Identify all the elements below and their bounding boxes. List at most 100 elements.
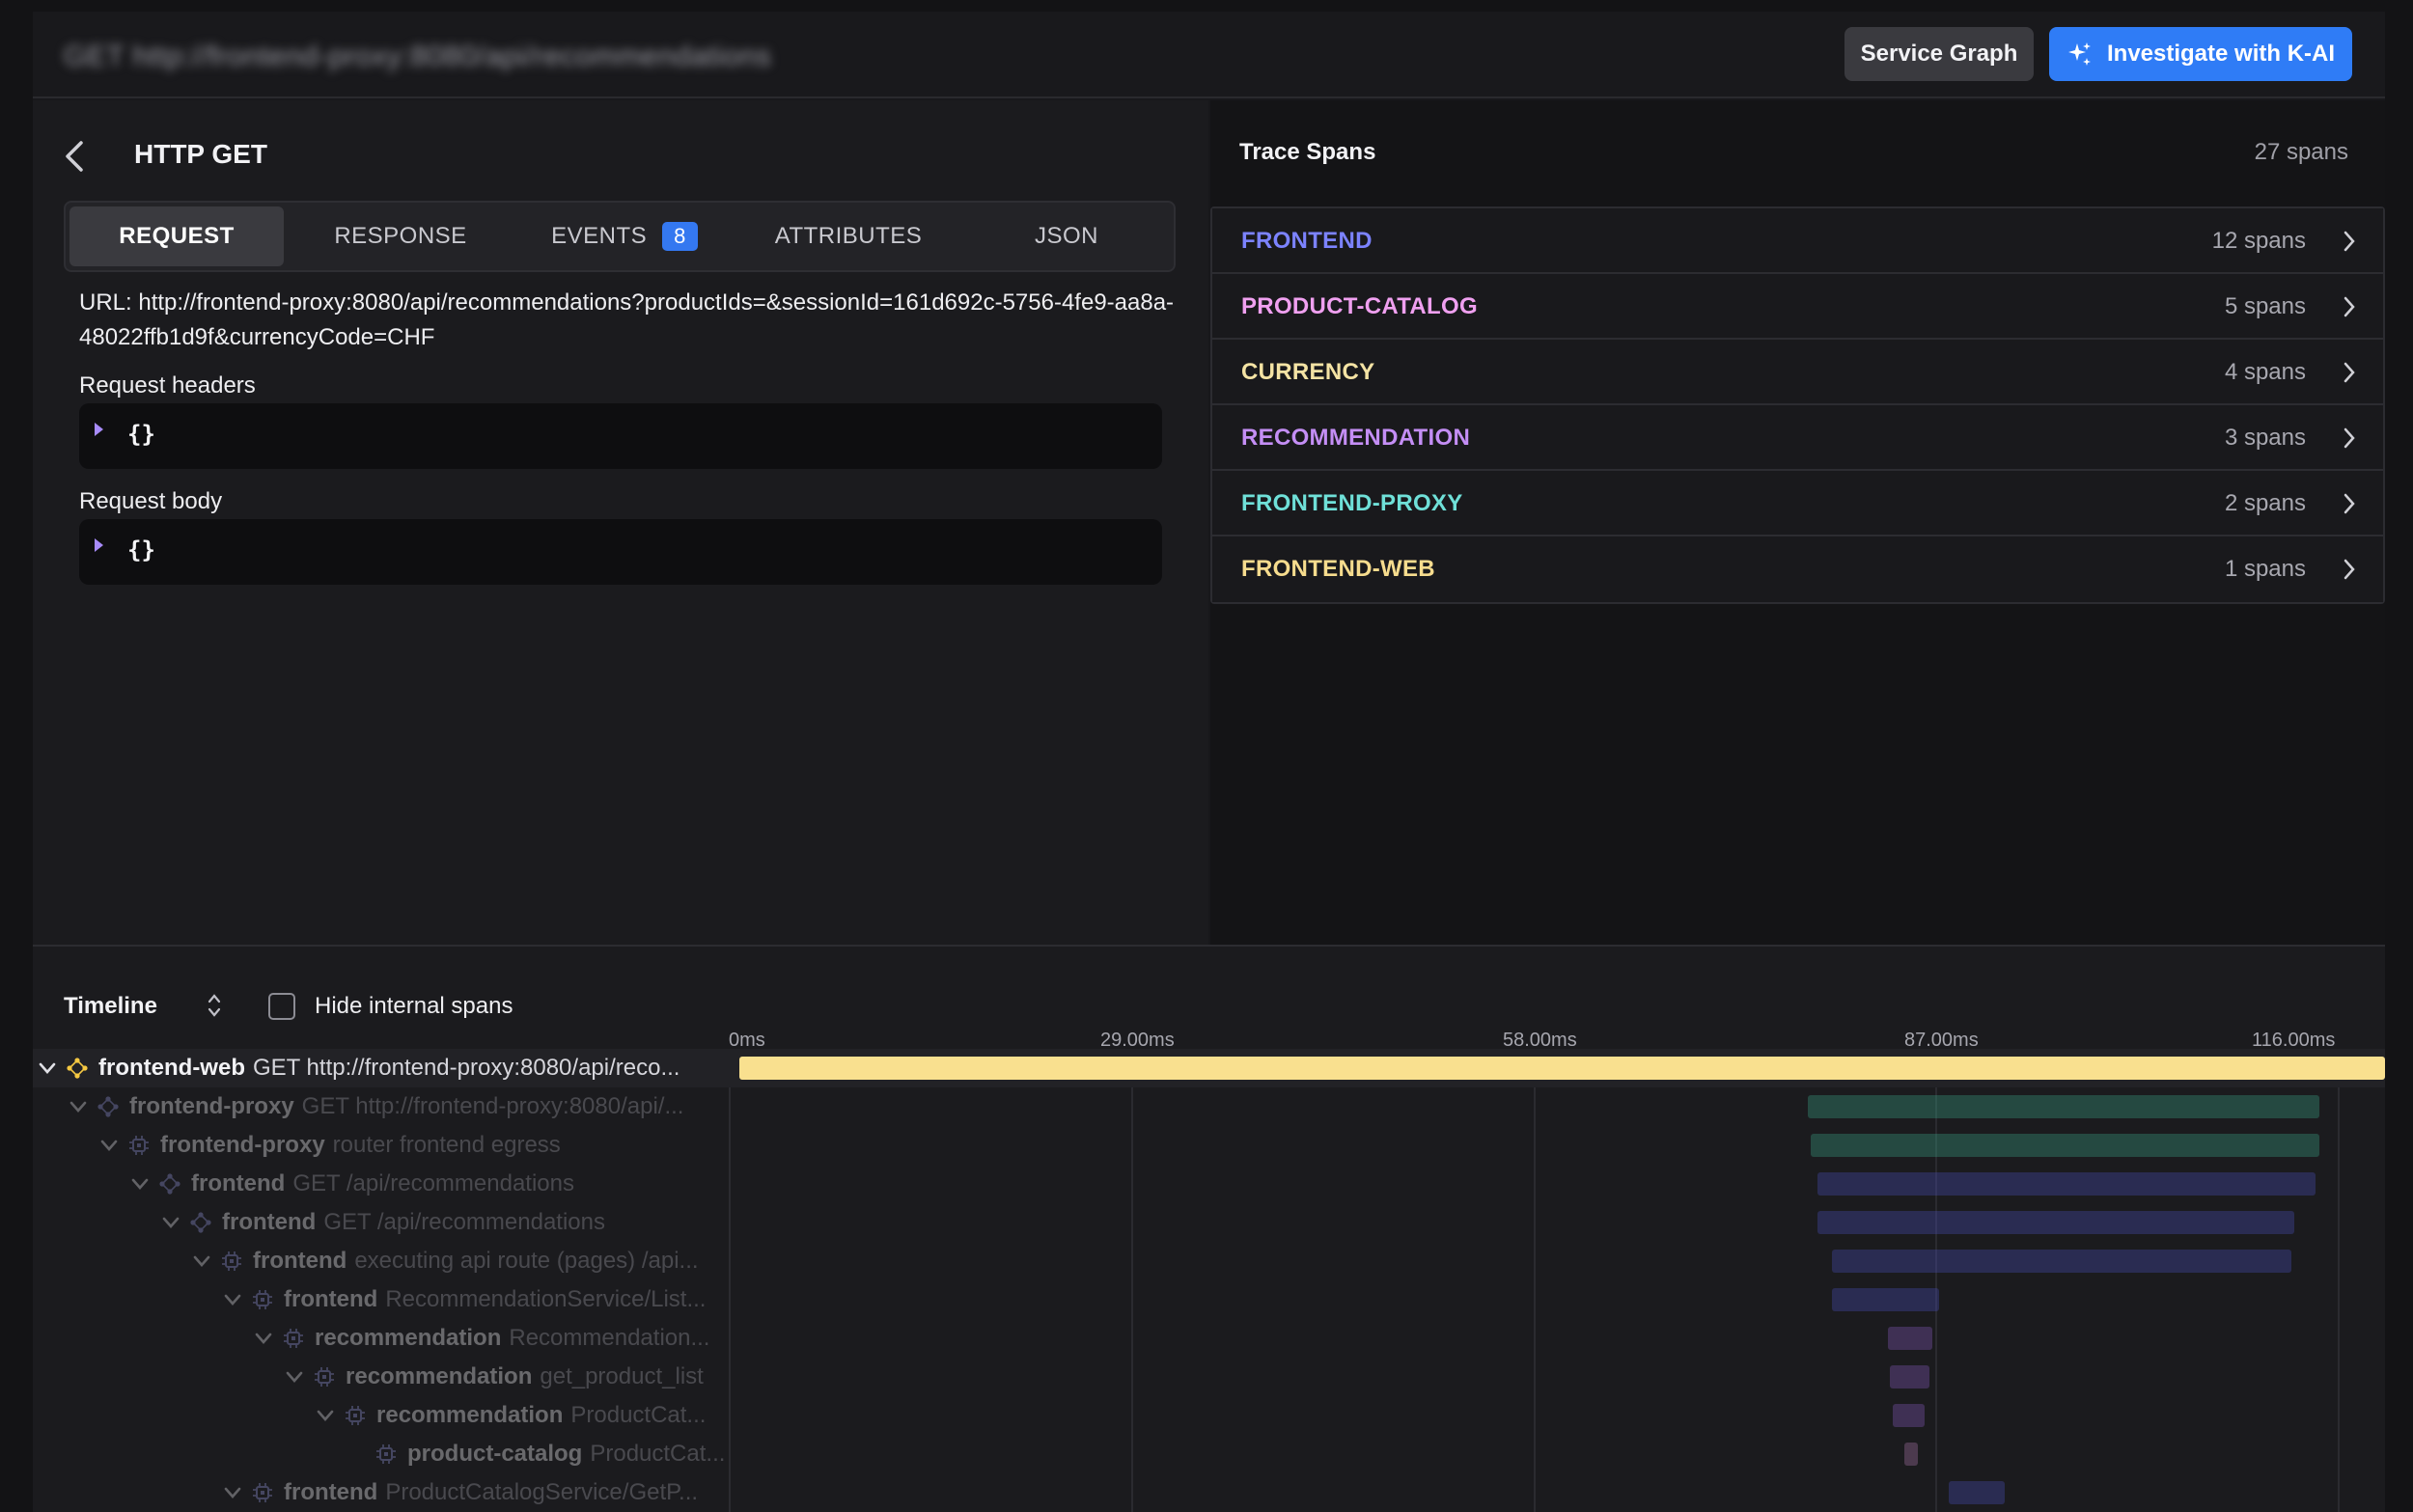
span-bar[interactable] <box>739 1057 2385 1080</box>
chevron-right-icon <box>2344 559 2355 580</box>
service-row-recommendation[interactable]: RECOMMENDATION 3 spans <box>1212 405 2383 471</box>
service-name: FRONTEND-PROXY <box>1241 490 1463 516</box>
chevron-down-icon[interactable] <box>224 1294 241 1306</box>
span-bar[interactable] <box>1832 1288 1939 1311</box>
chevron-down-icon[interactable] <box>286 1371 303 1383</box>
span-service: frontend <box>222 1209 317 1235</box>
chevron-down-icon[interactable] <box>39 1062 56 1074</box>
trace-title: GET http://frontend-proxy:8080/api/recom… <box>64 41 772 72</box>
chevron-down-icon[interactable] <box>255 1333 272 1344</box>
detail-tabs: REQUEST RESPONSE EVENTS 8 ATTRIBUTES JSO… <box>64 201 1176 272</box>
span-operation: executing api route (pages) /api... <box>354 1248 699 1274</box>
span-row[interactable]: frontend-proxy router frontend egress <box>33 1126 2385 1165</box>
request-url: URL: http://frontend-proxy:8080/api/reco… <box>79 289 1175 350</box>
span-service: frontend-web <box>98 1055 245 1081</box>
span-bar[interactable] <box>1893 1404 1925 1427</box>
chip-icon <box>253 1483 272 1502</box>
chevron-down-icon[interactable] <box>131 1178 149 1190</box>
span-bar[interactable] <box>1810 1134 2319 1157</box>
investigate-kai-button[interactable]: Investigate with K-AI <box>2049 27 2352 81</box>
chevron-down-icon[interactable] <box>317 1410 334 1421</box>
service-span-count: 2 spans <box>2224 490 2306 516</box>
span-service: product-catalog <box>407 1441 583 1467</box>
span-service: frontend <box>284 1479 378 1505</box>
span-row[interactable]: frontend-proxy GET http://frontend-proxy:… <box>33 1087 2385 1126</box>
span-row[interactable]: frontend RecommendationService/List... <box>33 1280 2385 1319</box>
service-graph-button[interactable]: Service Graph <box>1844 27 2034 81</box>
span-row[interactable]: recommendation get_product_list <box>33 1358 2385 1396</box>
chevron-down-icon[interactable] <box>100 1140 118 1151</box>
chevron-down-icon[interactable] <box>69 1101 87 1113</box>
trace-spans-total: 27 spans <box>2254 139 2348 165</box>
span-row[interactable]: frontend ProductCatalogService/GetP... <box>33 1473 2385 1512</box>
chip-icon <box>284 1329 303 1348</box>
span-operation: GET http://frontend-proxy:8080/api/... <box>301 1093 684 1119</box>
service-span-count: 5 spans <box>2224 293 2306 319</box>
span-bar[interactable] <box>1888 1327 1933 1350</box>
span-bar[interactable] <box>1832 1250 2291 1273</box>
request-body-label: Request body <box>79 488 223 514</box>
sort-icon[interactable] <box>205 991 224 1020</box>
service-span-count: 3 spans <box>2224 425 2306 451</box>
service-row-currency[interactable]: CURRENCY 4 spans <box>1212 340 2383 405</box>
span-service: recommendation <box>346 1363 533 1389</box>
service-name: FRONTEND <box>1241 228 1373 254</box>
hide-internal-checkbox[interactable] <box>268 993 295 1020</box>
chevron-right-icon <box>2344 362 2355 383</box>
span-row[interactable]: recommendation Recommendation... <box>33 1319 2385 1358</box>
tab-events[interactable]: EVENTS 8 <box>517 206 732 266</box>
tab-attributes[interactable]: ATTRIBUTES <box>741 206 956 266</box>
network-icon <box>159 1173 180 1195</box>
service-row-product-catalog[interactable]: PRODUCT-CATALOG 5 spans <box>1212 274 2383 340</box>
back-arrow-icon[interactable] <box>60 137 89 176</box>
span-operation: get_product_list <box>540 1363 704 1389</box>
service-span-count: 12 spans <box>2211 228 2306 254</box>
service-span-count: 1 spans <box>2224 556 2306 582</box>
span-service: frontend <box>191 1170 286 1196</box>
chip-icon <box>222 1251 241 1271</box>
chevron-down-icon[interactable] <box>162 1217 180 1228</box>
span-row[interactable]: frontend GET /api/recommendations <box>33 1203 2385 1242</box>
expand-caret-icon[interactable] <box>95 423 103 436</box>
span-service: frontend-proxy <box>160 1132 325 1158</box>
request-body-viewer[interactable]: {} <box>79 519 1162 585</box>
chevron-right-icon <box>2344 493 2355 514</box>
service-name: CURRENCY <box>1241 359 1375 385</box>
span-operation: ProductCatalogService/GetP... <box>385 1479 699 1505</box>
span-row[interactable]: frontend GET /api/recommendations <box>33 1165 2385 1203</box>
span-row[interactable]: frontend-web GET http://frontend-proxy:80… <box>33 1049 2385 1087</box>
tab-events-label: EVENTS <box>551 223 648 249</box>
span-row[interactable]: frontend executing api route (pages) /api… <box>33 1242 2385 1280</box>
chevron-down-icon[interactable] <box>193 1255 210 1267</box>
span-service: frontend <box>253 1248 347 1274</box>
trace-spans-title: Trace Spans <box>1239 139 1376 165</box>
expand-caret-icon[interactable] <box>95 538 103 552</box>
service-row-frontend[interactable]: FRONTEND 12 spans <box>1212 208 2383 274</box>
span-row[interactable]: product-catalog ProductCat... <box>33 1435 2385 1473</box>
service-row-frontend-web[interactable]: FRONTEND-WEB 1 spans <box>1212 536 2383 602</box>
span-row[interactable]: recommendation ProductCat... <box>33 1396 2385 1435</box>
request-headers-label: Request headers <box>79 372 256 399</box>
chevron-down-icon[interactable] <box>224 1487 241 1498</box>
span-operation: ProductCat... <box>570 1402 707 1428</box>
request-headers-value: {} <box>127 421 155 448</box>
span-bar[interactable] <box>1949 1481 2006 1504</box>
network-icon <box>97 1096 119 1117</box>
span-operation: GET /api/recommendations <box>292 1170 575 1196</box>
trace-spans-panel: Trace Spans 27 spans FRONTEND 12 spans P… <box>1210 100 2385 945</box>
span-bar[interactable] <box>1817 1172 2316 1196</box>
span-operation: RecommendationService/List... <box>385 1286 707 1312</box>
span-bar[interactable] <box>1817 1211 2295 1234</box>
span-bar[interactable] <box>1807 1095 2319 1118</box>
span-service: recommendation <box>376 1402 564 1428</box>
tab-json[interactable]: JSON <box>959 206 1174 266</box>
span-service: frontend <box>284 1286 378 1312</box>
timeline-panel: Timeline Hide internal spans 0ms 29.00ms… <box>33 945 2385 1512</box>
span-bar[interactable] <box>1889 1365 1929 1388</box>
request-headers-viewer[interactable]: {} <box>79 403 1162 469</box>
span-bar[interactable] <box>1904 1443 1918 1466</box>
service-row-frontend-proxy[interactable]: FRONTEND-PROXY 2 spans <box>1212 471 2383 536</box>
service-name: RECOMMENDATION <box>1241 425 1471 451</box>
tab-request[interactable]: REQUEST <box>69 206 284 266</box>
tab-response[interactable]: RESPONSE <box>293 206 508 266</box>
